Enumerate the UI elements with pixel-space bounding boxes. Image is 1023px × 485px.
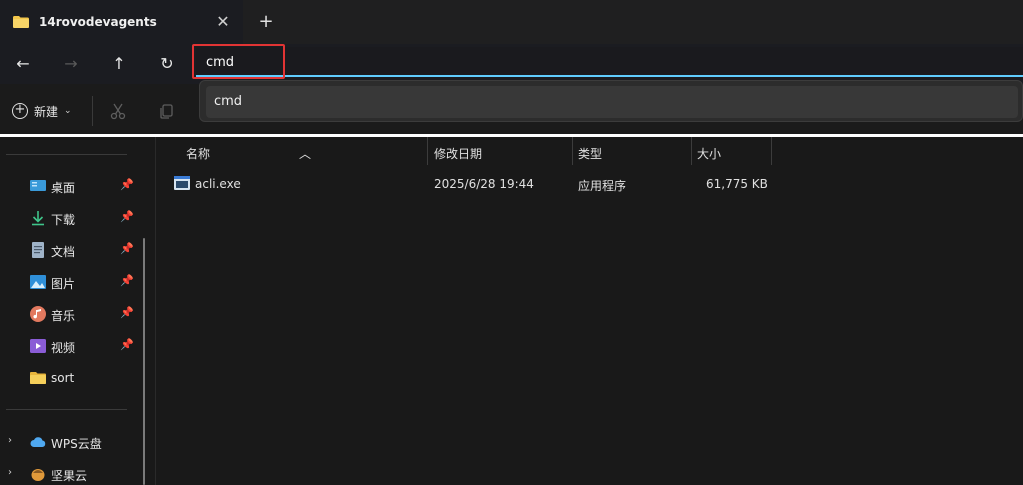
folder-icon	[13, 16, 29, 28]
sidebar-item-label: 图片	[51, 277, 76, 291]
sidebar-item-sort[interactable]: sort	[0, 364, 140, 392]
file-list: ︿ 名称 修改日期 类型 大小 acli.exe 2025/6/28 19:44…	[156, 137, 1023, 485]
pin-icon[interactable]: 📌	[120, 274, 134, 288]
sidebar-item-downloads[interactable]: 下载 📌	[0, 204, 140, 232]
refresh-button[interactable]: ↻	[154, 52, 180, 76]
sort-ascending-icon: ︿	[299, 147, 312, 161]
back-button[interactable]: ←	[10, 52, 36, 76]
music-icon	[30, 306, 46, 322]
command-separator	[92, 96, 93, 126]
sidebar-item-desktop[interactable]: 桌面 📌	[0, 172, 140, 200]
pin-icon[interactable]: 📌	[120, 242, 134, 256]
nutstore-icon	[31, 469, 45, 481]
sidebar-item-wps-cloud[interactable]: › WPS云盘	[0, 428, 140, 456]
new-button[interactable]: + 新建 ⌄	[12, 102, 72, 120]
folder-icon	[30, 372, 46, 384]
column-header-size[interactable]: 大小	[692, 137, 771, 165]
chevron-right-icon[interactable]: ›	[8, 467, 12, 478]
pin-icon[interactable]: 📌	[120, 210, 134, 224]
cut-icon[interactable]	[109, 102, 127, 120]
sidebar-item-label: WPS云盘	[51, 437, 102, 451]
up-button[interactable]: ↑	[106, 52, 132, 76]
sidebar-item-label: sort	[51, 371, 75, 385]
wps-cloud-icon	[30, 437, 46, 447]
sidebar-item-label: 桌面	[51, 181, 76, 195]
column-label: 类型	[578, 147, 603, 161]
close-tab-icon[interactable]: ✕	[214, 13, 232, 31]
sidebar-item-nutstore[interactable]: › 坚果云	[0, 460, 140, 485]
sidebar-divider	[6, 154, 127, 155]
sidebar-item-music[interactable]: 音乐 📌	[0, 300, 140, 328]
sidebar-divider	[6, 409, 127, 410]
navigation-pane: 桌面 📌 下载 📌 文档 📌 图片 📌 音乐 📌 视频 📌 sort › WPS…	[0, 137, 155, 485]
pin-icon[interactable]: 📌	[120, 306, 134, 320]
column-separator[interactable]	[771, 137, 772, 165]
pictures-icon	[30, 275, 46, 289]
pin-icon[interactable]: 📌	[120, 338, 134, 352]
desktop-icon	[30, 180, 46, 191]
sidebar-item-label: 音乐	[51, 309, 76, 323]
tab-14rovodevagents[interactable]: 14rovodevagents ✕	[0, 0, 243, 44]
sidebar-item-videos[interactable]: 视频 📌	[0, 332, 140, 360]
sidebar-item-label: 视频	[51, 341, 76, 355]
highlight-annotation	[192, 44, 285, 79]
file-name: acli.exe	[195, 177, 241, 191]
sidebar-item-label: 文档	[51, 245, 76, 259]
suggestion-text: cmd	[214, 94, 243, 109]
sidebar-scrollbar[interactable]	[143, 238, 145, 485]
column-label: 大小	[697, 147, 722, 161]
sidebar-item-label: 坚果云	[51, 469, 88, 483]
sidebar-item-pictures[interactable]: 图片 📌	[0, 268, 140, 296]
address-bar[interactable]	[196, 47, 1023, 77]
navigation-bar: ← → ↑ ↻	[0, 44, 1023, 84]
sidebar-item-label: 下载	[51, 213, 76, 227]
column-label: 名称	[186, 147, 211, 161]
chevron-right-icon[interactable]: ›	[8, 435, 12, 446]
new-label: 新建	[34, 104, 59, 119]
pin-icon[interactable]: 📌	[120, 178, 134, 192]
title-bar: 14rovodevagents ✕ +	[0, 0, 1023, 44]
column-label: 修改日期	[434, 147, 483, 161]
videos-icon	[30, 339, 46, 353]
sidebar-item-documents[interactable]: 文档 📌	[0, 236, 140, 264]
documents-icon	[32, 242, 44, 258]
file-size: 61,775 KB	[706, 177, 768, 191]
column-header-type[interactable]: 类型	[573, 137, 691, 165]
copy-icon[interactable]	[157, 102, 175, 120]
executable-icon	[174, 176, 190, 190]
plus-circle-icon: +	[12, 103, 28, 119]
chevron-down-icon: ⌄	[64, 106, 72, 116]
address-suggestions: cmd	[199, 80, 1023, 122]
column-header-name[interactable]: ︿ 名称	[156, 137, 427, 165]
forward-button[interactable]: →	[58, 52, 84, 76]
column-header-modified[interactable]: 修改日期	[428, 137, 572, 165]
file-type: 应用程序	[578, 179, 627, 193]
download-icon	[32, 211, 44, 226]
suggestion-item[interactable]: cmd	[206, 86, 1018, 118]
file-modified: 2025/6/28 19:44	[434, 177, 534, 191]
new-tab-button[interactable]: +	[256, 12, 276, 32]
tab-title: 14rovodevagents	[39, 15, 157, 29]
file-row[interactable]: acli.exe 2025/6/28 19:44 应用程序 61,775 KB	[156, 173, 1023, 195]
